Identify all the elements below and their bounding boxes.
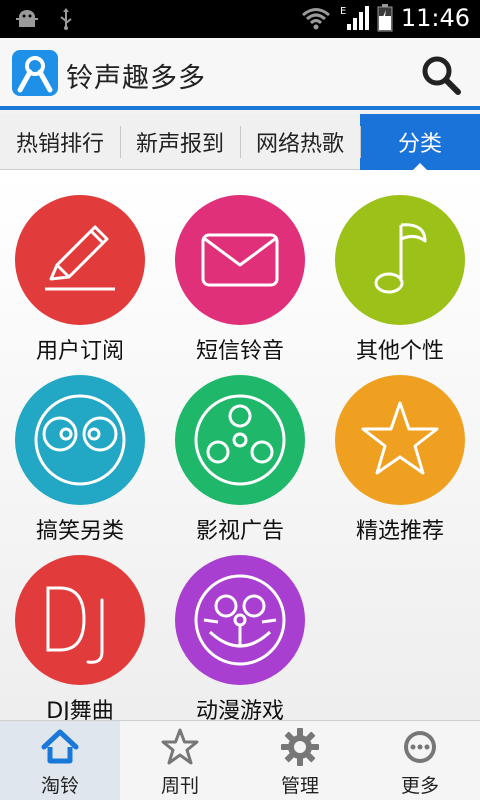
nav-more[interactable]: 更多 (360, 721, 480, 800)
funny-face-icon (34, 394, 126, 486)
usb-icon (60, 8, 72, 30)
tab-hot-sales[interactable]: 热销排行 (0, 114, 120, 170)
category-circle (175, 555, 305, 685)
star-icon (361, 401, 439, 475)
category-circle (175, 375, 305, 505)
category-circle (335, 195, 465, 325)
app-title: 铃声趣多多 (66, 63, 206, 94)
nav-label: 管理 (280, 775, 319, 797)
category-dj-dance[interactable]: DJ舞曲 (0, 555, 160, 735)
envelope-icon (201, 233, 279, 287)
nav-label: 淘铃 (40, 775, 79, 797)
category-label: 影视广告 (195, 519, 284, 544)
app-header: 铃声趣多多 (0, 38, 480, 110)
clock: 11:46 (400, 4, 470, 32)
category-label: 搞笑另类 (35, 519, 124, 544)
tab-label: 分类 (397, 132, 442, 157)
signal-icon: E (340, 6, 369, 30)
battery-icon (377, 4, 393, 32)
tab-new-releases[interactable]: 新声报到 (120, 114, 240, 170)
app-logo-icon (12, 50, 58, 96)
nav-label: 更多 (400, 775, 439, 797)
category-user-subscription[interactable]: 用户订阅 (0, 195, 160, 375)
more-icon (404, 731, 436, 763)
tab-label: 网络热歌 (255, 132, 344, 157)
category-label: 用户订阅 (35, 339, 124, 364)
search-button[interactable] (420, 54, 462, 96)
film-reel-icon (194, 394, 286, 486)
android-debug-icon (16, 10, 38, 27)
nav-label: 周刊 (160, 775, 199, 797)
star-outline-icon (161, 728, 199, 765)
category-tabs: 热销排行 新声报到 网络热歌 分类 (0, 114, 480, 170)
category-label: 精选推荐 (355, 519, 444, 544)
category-label: 其他个性 (355, 339, 444, 364)
status-bar: E 11:46 (0, 0, 480, 38)
tab-label: 热销排行 (15, 132, 104, 157)
tab-web-hits[interactable]: 网络热歌 (240, 114, 360, 170)
nav-home[interactable]: 淘铃 (0, 721, 120, 800)
category-funny-alternative[interactable]: 搞笑另类 (0, 375, 160, 555)
category-other-personality[interactable]: 其他个性 (320, 195, 480, 375)
category-grid: 用户订阅 短信铃音 其他个性 搞笑另类 影视广告 精选推荐 DJ舞曲 动漫游戏 (0, 170, 480, 724)
nav-manage[interactable]: 管理 (240, 721, 360, 800)
category-featured[interactable]: 精选推荐 (320, 375, 480, 555)
gear-icon (281, 728, 319, 766)
bottom-navigation: 淘铃 周刊 管理 更多 (0, 720, 480, 800)
pen-icon (45, 225, 115, 291)
dj-icon (46, 586, 104, 664)
tab-label: 新声报到 (135, 132, 224, 157)
category-circle (175, 195, 305, 325)
category-sms-ringtones[interactable]: 短信铃音 (160, 195, 320, 375)
category-film-ads[interactable]: 影视广告 (160, 375, 320, 555)
category-circle (335, 375, 465, 505)
wifi-icon (301, 8, 330, 30)
home-icon (41, 729, 79, 764)
search-icon (422, 56, 461, 95)
network-type: E (340, 6, 346, 17)
category-circle (15, 195, 145, 325)
tab-categories[interactable]: 分类 (360, 114, 480, 170)
anime-face-icon (194, 574, 286, 666)
category-circle (15, 375, 145, 505)
nav-weekly[interactable]: 周刊 (120, 721, 240, 800)
category-label: 短信铃音 (195, 339, 284, 364)
category-circle (15, 555, 145, 685)
music-note-icon (374, 223, 427, 294)
category-anime-games[interactable]: 动漫游戏 (160, 555, 320, 735)
